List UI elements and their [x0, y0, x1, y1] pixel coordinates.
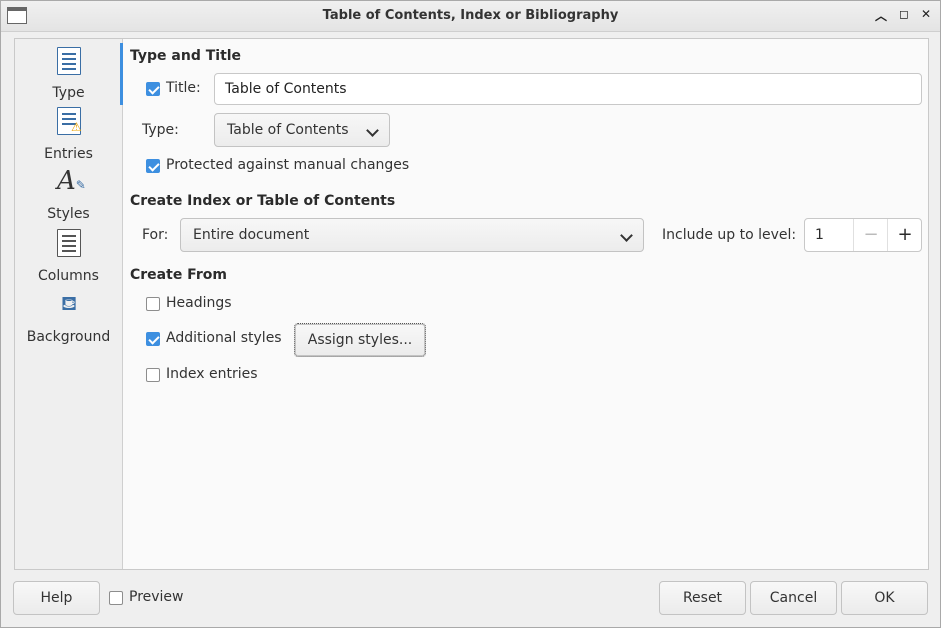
type-dropdown[interactable]: Table of Contents — [214, 113, 390, 147]
section-heading-create-index: Create Index or Table of Contents — [130, 193, 396, 209]
chevron-down-icon — [366, 124, 379, 137]
ok-button[interactable]: OK — [841, 581, 928, 615]
additional-styles-checkbox[interactable] — [146, 332, 160, 346]
help-button[interactable]: Help — [13, 581, 100, 615]
title-bar: Table of Contents, Index or Bibliography… — [1, 1, 940, 32]
sidebar-item-background[interactable]: ⛾ Background — [15, 287, 122, 349]
cancel-button[interactable]: Cancel — [750, 581, 837, 615]
sidebar-item-label: Type — [52, 85, 85, 101]
for-dropdown[interactable]: Entire document — [180, 218, 644, 252]
sidebar: Type ⚠ Entries A✎ Styles Columns ⛾ Backg… — [15, 39, 123, 569]
sidebar-item-label: Entries — [44, 146, 93, 162]
preview-label[interactable]: Preview — [129, 589, 184, 605]
additional-styles-label[interactable]: Additional styles — [166, 330, 282, 346]
document-lines-icon — [57, 47, 81, 75]
sidebar-item-type[interactable]: Type — [15, 43, 122, 105]
preview-checkbox[interactable] — [109, 591, 123, 605]
dialog-window: Table of Contents, Index or Bibliography… — [0, 0, 941, 628]
headings-checkbox[interactable] — [146, 297, 160, 311]
type-dropdown-value: Table of Contents — [227, 122, 349, 138]
minimize-icon[interactable]: ︿ — [873, 7, 889, 23]
maximize-icon[interactable]: ◻ — [896, 7, 912, 23]
document-warning-icon: ⚠ — [57, 107, 82, 135]
headings-label[interactable]: Headings — [166, 295, 232, 311]
assign-styles-button[interactable]: Assign styles... — [294, 323, 426, 357]
sidebar-item-columns[interactable]: Columns — [15, 227, 122, 287]
for-dropdown-value: Entire document — [193, 227, 310, 243]
paint-bucket-icon: ⛾ — [60, 291, 78, 315]
increment-button[interactable]: + — [887, 219, 922, 251]
level-spinbox[interactable]: 1 − + — [804, 218, 922, 252]
sidebar-item-label: Background — [26, 329, 111, 345]
level-label: Include up to level: — [662, 227, 797, 243]
title-input[interactable]: Table of Contents — [214, 73, 922, 105]
index-entries-label[interactable]: Index entries — [166, 366, 258, 382]
for-label: For: — [142, 227, 169, 243]
window-title: Table of Contents, Index or Bibliography — [322, 8, 619, 23]
chevron-down-icon — [620, 229, 633, 242]
columns-icon — [57, 229, 81, 257]
sidebar-item-styles[interactable]: A✎ Styles — [15, 165, 122, 227]
close-icon[interactable]: ✕ — [918, 7, 934, 23]
title-checkbox[interactable] — [146, 82, 160, 96]
index-entries-checkbox[interactable] — [146, 368, 160, 382]
level-value[interactable]: 1 — [815, 219, 824, 251]
decrement-button[interactable]: − — [853, 219, 888, 251]
sidebar-item-entries[interactable]: ⚠ Entries — [15, 105, 122, 165]
protected-checkbox[interactable] — [146, 159, 160, 173]
reset-button[interactable]: Reset — [659, 581, 746, 615]
type-label: Type: — [142, 122, 179, 138]
italic-a-pen-icon: A✎ — [57, 166, 86, 196]
section-heading-type-title: Type and Title — [130, 48, 242, 64]
section-heading-create-from: Create From — [130, 267, 227, 283]
protected-label[interactable]: Protected against manual changes — [166, 157, 409, 173]
title-label: Title: — [166, 80, 201, 96]
type-panel: Type and Title Title: Table of Contents … — [123, 39, 928, 569]
dialog-content: Type ⚠ Entries A✎ Styles Columns ⛾ Backg… — [14, 38, 929, 570]
sidebar-item-label: Columns — [38, 268, 99, 284]
sidebar-item-label: Styles — [47, 206, 90, 222]
